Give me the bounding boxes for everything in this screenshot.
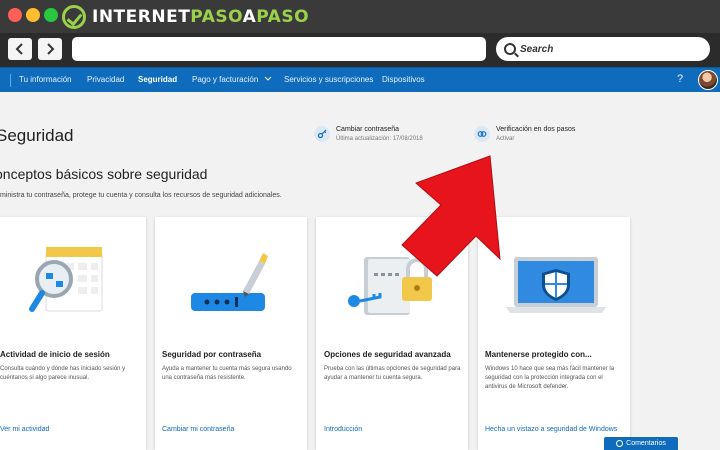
card-sign-in-activity: Actividad de inicio de sesión Consulta c… [0, 217, 146, 450]
card-windows-protection: Mantenerse protegido con... Windows 10 h… [478, 217, 630, 450]
nav-dispositivos[interactable]: Dispositivos [382, 75, 425, 84]
account-nav-bar: Tu información Privacidad Seguridad Pago… [0, 67, 720, 92]
forward-arrow-icon [47, 43, 55, 55]
browser-toolbar: Search [0, 33, 720, 67]
nav-privacidad[interactable]: Privacidad [87, 75, 124, 84]
address-bar[interactable] [72, 37, 486, 61]
nav-pago-label: Pago y facturación [192, 75, 259, 84]
forward-button[interactable] [38, 38, 62, 60]
window-titlebar: INTERNETPASOAPASO [0, 0, 720, 33]
help-icon[interactable]: ? [677, 73, 683, 85]
nav-divider [10, 74, 11, 87]
view-activity-link[interactable]: Ver mi actividad [0, 426, 140, 434]
search-icon [504, 43, 516, 55]
card-title: Seguridad por contraseña [162, 350, 262, 359]
site-watermark: INTERNETPASOAPASO [62, 4, 309, 30]
key-icon [314, 126, 330, 142]
calendar-magnifier-icon [29, 247, 103, 312]
change-password-title: Cambiar contraseña [336, 126, 400, 133]
section-description: ministra tu contraseña, protege tu cuent… [0, 192, 282, 199]
nav-servicios-suscripciones[interactable]: Servicios y suscripciones [284, 75, 373, 84]
chat-bubble-icon [616, 440, 624, 447]
change-password-link[interactable]: Cambiar mi contraseña [162, 426, 302, 434]
card-title: Opciones de seguridad avanzada [324, 350, 451, 359]
two-step-title: Verificación en dos pasos [496, 126, 576, 133]
page-title: Seguridad [0, 126, 74, 145]
feedback-label: Comentarios [626, 440, 666, 447]
card-description: Prueba con las últimas opciones de segur… [324, 366, 461, 381]
avatar[interactable] [698, 70, 718, 90]
back-arrow-icon [15, 43, 23, 55]
browser-search-input[interactable]: Search [496, 37, 710, 61]
brand-name: INTERNETPASOAPASO [92, 7, 310, 27]
card-description: Consulta cuándo y dónde has iniciado ses… [0, 366, 126, 381]
introduction-link[interactable]: Introducción [324, 426, 464, 434]
windows-security-link[interactable]: Hecha un vistazo a seguridad de Windows [485, 426, 625, 434]
chevron-down-icon [264, 76, 271, 81]
card-description: Windows 10 hace que sea más fácil manten… [485, 366, 615, 390]
two-step-verification-action[interactable]: Verificación en dos pasos Activar [474, 126, 575, 142]
card-description: Ayuda a mantener tu cuenta más segura us… [162, 366, 292, 381]
nav-tu-informacion[interactable]: Tu información [19, 75, 72, 84]
nav-seguridad[interactable]: Seguridad [138, 75, 177, 84]
card-title: Actividad de inicio de sesión [0, 350, 110, 359]
section-title: onceptos básicos sobre seguridad [0, 166, 208, 182]
password-field-pen-icon [191, 253, 268, 311]
two-step-subtitle: Activar [496, 136, 515, 142]
laptop-shield-icon [506, 257, 606, 313]
search-placeholder: Search [520, 43, 554, 55]
nav-pago-facturacion[interactable]: Pago y facturación [192, 75, 272, 84]
card-password-security: Seguridad por contraseña Ayuda a mantene… [155, 217, 307, 450]
maximize-window-button[interactable] [44, 8, 58, 22]
change-password-subtitle: Última actualización: 17/08/2018 [336, 136, 423, 142]
change-password-action[interactable]: Cambiar contraseña Última actualización:… [314, 126, 423, 142]
notebook-lock-key-icon [348, 257, 432, 315]
card-advanced-security: Opciones de seguridad avanzada Prueba co… [316, 217, 468, 450]
shield-link-icon [474, 126, 490, 142]
minimize-window-button[interactable] [26, 8, 40, 22]
card-title: Mantenerse protegido con... [485, 350, 592, 359]
back-button[interactable] [8, 38, 32, 60]
close-window-button[interactable] [8, 8, 22, 22]
feedback-button[interactable]: Comentarios [604, 437, 678, 450]
brand-check-icon [62, 5, 86, 29]
